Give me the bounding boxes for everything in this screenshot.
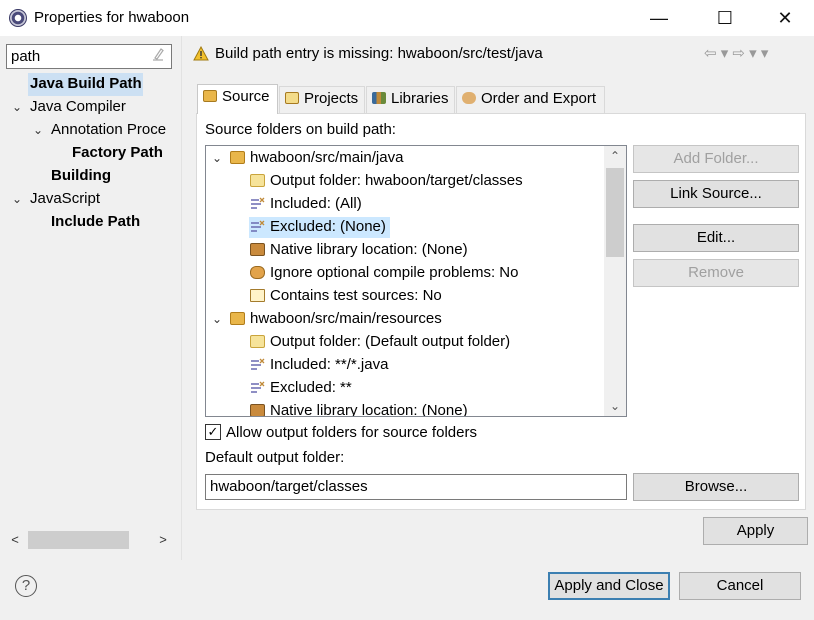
cancel-button[interactable]: Cancel bbox=[679, 572, 801, 600]
tree-row-label: Output folder: hwaboon/target/classes bbox=[270, 172, 523, 189]
output-folder-icon bbox=[250, 335, 265, 348]
tab-label: Libraries bbox=[391, 90, 449, 107]
expand-chevron-icon[interactable]: ⌄ bbox=[12, 96, 26, 118]
libraries-icon bbox=[372, 92, 386, 104]
tree-row-source-folder[interactable]: ⌄ hwaboon/src/main/resources bbox=[212, 308, 442, 330]
tab-label: Projects bbox=[304, 90, 359, 107]
tree-row-label: Excluded: ** bbox=[270, 379, 352, 396]
sidebar-item-label: Factory Path bbox=[72, 144, 163, 161]
tree-row-source-folder[interactable]: ⌄ hwaboon/src/main/java bbox=[212, 147, 403, 169]
tree-row-output-folder[interactable]: Output folder: hwaboon/target/classes bbox=[250, 170, 523, 192]
native-library-icon bbox=[250, 243, 265, 256]
default-output-folder-field[interactable]: hwaboon/target/classes bbox=[205, 474, 627, 500]
tree-row-label: Contains test sources: No bbox=[270, 287, 442, 304]
sidebar-item-label: Java Compiler bbox=[30, 98, 126, 115]
package-folder-icon bbox=[230, 151, 245, 164]
default-output-folder-label: Default output folder: bbox=[205, 449, 345, 466]
apply-and-close-button[interactable]: Apply and Close bbox=[548, 572, 670, 600]
tree-row-test-sources[interactable]: Contains test sources: No bbox=[250, 285, 442, 307]
exclusion-filter-icon bbox=[250, 379, 265, 393]
sidebar-item-label: Include Path bbox=[51, 213, 141, 230]
tree-row-output-folder[interactable]: Output folder: (Default output folder) bbox=[250, 331, 510, 353]
scrollbar-thumb[interactable] bbox=[28, 531, 129, 549]
tree-row-label: Ignore optional compile problems: No bbox=[270, 264, 519, 281]
tab-label: Source bbox=[222, 88, 270, 105]
output-folder-icon bbox=[250, 174, 265, 187]
test-sources-icon bbox=[250, 289, 265, 302]
tab-libraries[interactable]: Libraries bbox=[366, 86, 455, 113]
close-button[interactable]: ✕ bbox=[762, 0, 808, 36]
tab-source[interactable]: Source bbox=[197, 84, 278, 114]
minimize-button[interactable]: — bbox=[636, 0, 682, 36]
inclusion-filter-icon bbox=[250, 356, 265, 370]
inclusion-filter-icon bbox=[250, 195, 265, 209]
browse-button[interactable]: Browse... bbox=[633, 473, 799, 501]
allow-output-folders-label: Allow output folders for source folders bbox=[226, 424, 477, 441]
exclusion-filter-icon bbox=[250, 218, 265, 232]
sidebar-item-include-path[interactable]: Include Path bbox=[51, 211, 140, 233]
sidebar-item-java-build-path[interactable]: Java Build Path bbox=[30, 73, 142, 95]
tree-row-label: Output folder: (Default output folder) bbox=[270, 333, 511, 350]
filter-input[interactable]: path bbox=[6, 44, 172, 69]
scroll-up-arrow-icon[interactable]: ⌃ bbox=[604, 146, 626, 166]
allow-output-folders-checkbox[interactable]: ✓ bbox=[205, 424, 221, 440]
tab-projects[interactable]: Projects bbox=[279, 86, 365, 113]
expand-chevron-icon[interactable]: ⌄ bbox=[12, 188, 26, 210]
tree-row-excluded[interactable]: Excluded: (None) bbox=[250, 216, 386, 238]
eclipse-app-icon bbox=[9, 9, 27, 27]
native-library-icon bbox=[250, 404, 265, 416]
source-folders-label: Source folders on build path: bbox=[205, 121, 396, 138]
source-folder-icon bbox=[203, 90, 217, 102]
tree-row-ignore-problems[interactable]: Ignore optional compile problems: No bbox=[250, 262, 518, 284]
back-forward-menu-icons[interactable]: ⇦ ▾ ⇨ ▾ ▾ bbox=[704, 44, 808, 66]
tab-order-and-export[interactable]: Order and Export bbox=[456, 86, 605, 113]
apply-button[interactable]: Apply bbox=[703, 517, 808, 545]
sidebar-item-label: Java Build Path bbox=[30, 75, 142, 92]
clear-filter-icon[interactable] bbox=[152, 47, 166, 63]
sidebar-item-label: JavaScript bbox=[30, 190, 101, 207]
tree-row-excluded[interactable]: Excluded: ** bbox=[250, 377, 352, 399]
scroll-down-arrow-icon[interactable]: ⌄ bbox=[604, 396, 626, 416]
sidebar-item-factory-path[interactable]: Factory Path bbox=[72, 142, 163, 164]
window-title: Properties for hwaboon bbox=[34, 9, 190, 26]
tree-row-native-library[interactable]: Native library location: (None) bbox=[250, 400, 468, 417]
order-export-icon bbox=[462, 92, 476, 104]
sidebar-item-label: Annotation Proce bbox=[51, 121, 167, 138]
expand-chevron-icon[interactable]: ⌄ bbox=[212, 308, 226, 330]
tree-row-label: Native library location: (None) bbox=[270, 402, 468, 417]
sidebar-item-annotation-processing[interactable]: ⌄ Annotation Proce bbox=[33, 119, 166, 141]
sidebar-item-label: Building bbox=[51, 167, 111, 184]
tree-row-label: Native library location: (None) bbox=[270, 241, 468, 258]
tree-row-included[interactable]: Included: **/*.java bbox=[250, 354, 388, 376]
projects-icon bbox=[285, 92, 299, 104]
tree-row-label: hwaboon/src/main/resources bbox=[250, 310, 442, 327]
expand-chevron-icon[interactable]: ⌄ bbox=[33, 119, 47, 141]
help-icon[interactable]: ? bbox=[15, 575, 37, 597]
tab-label: Order and Export bbox=[481, 90, 597, 107]
link-source-button[interactable]: Link Source... bbox=[633, 180, 799, 208]
expand-chevron-icon[interactable]: ⌄ bbox=[212, 147, 226, 169]
tree-row-label: Included: **/*.java bbox=[270, 356, 389, 373]
scroll-left-arrow-icon[interactable]: < bbox=[6, 529, 24, 551]
tree-row-native-library[interactable]: Native library location: (None) bbox=[250, 239, 468, 261]
ignore-problems-icon bbox=[250, 266, 265, 279]
scroll-right-arrow-icon[interactable]: > bbox=[154, 529, 172, 551]
sash-divider[interactable] bbox=[181, 36, 182, 560]
source-folders-tree[interactable]: ⌄ hwaboon/src/main/java Output folder: hw… bbox=[205, 145, 627, 417]
package-folder-icon bbox=[230, 312, 245, 325]
tree-row-included[interactable]: Included: (All) bbox=[250, 193, 362, 215]
warning-icon bbox=[193, 45, 209, 62]
add-folder-button[interactable]: Add Folder... bbox=[633, 145, 799, 173]
tree-row-label: Included: (All) bbox=[270, 195, 362, 212]
edit-button[interactable]: Edit... bbox=[633, 224, 799, 252]
sidebar-item-building[interactable]: Building bbox=[51, 165, 111, 187]
tree-row-label: Excluded: (None) bbox=[270, 218, 386, 235]
maximize-button[interactable]: ☐ bbox=[702, 0, 748, 36]
remove-button[interactable]: Remove bbox=[633, 259, 799, 287]
header-message: Build path entry is missing: hwaboon/src… bbox=[215, 45, 543, 62]
tree-row-label: hwaboon/src/main/java bbox=[250, 149, 404, 166]
sidebar-item-javascript[interactable]: ⌄ JavaScript bbox=[12, 188, 100, 210]
scrollbar-thumb[interactable] bbox=[606, 168, 624, 257]
sidebar-item-java-compiler[interactable]: ⌄ Java Compiler bbox=[12, 96, 126, 118]
